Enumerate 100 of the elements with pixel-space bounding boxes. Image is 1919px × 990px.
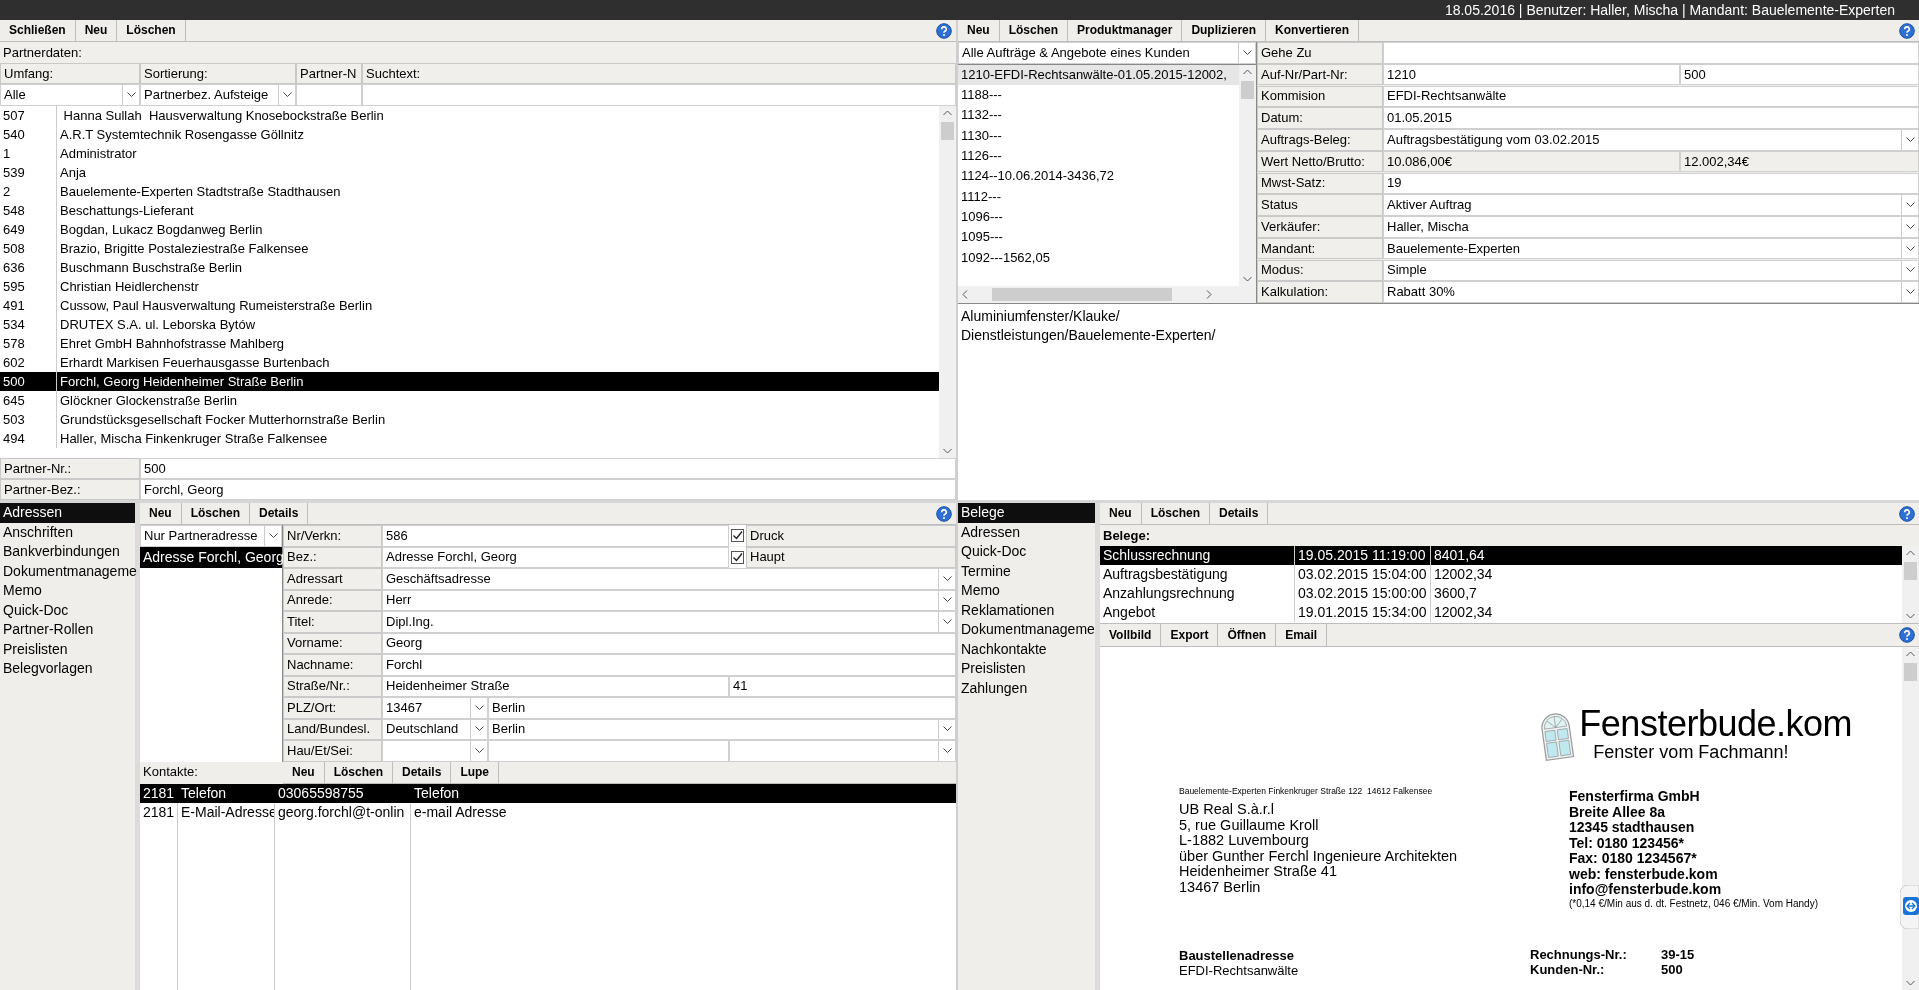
text-field[interactable]: 500 <box>140 458 956 479</box>
dropdown[interactable]: Herr <box>382 589 956 611</box>
text-field[interactable] <box>488 740 729 762</box>
dropdown[interactable] <box>382 740 488 762</box>
list-row[interactable]: 645 Glöckner Glockenstraße Berlin <box>0 391 939 410</box>
list-row[interactable]: 2181 Telefon 03065598755 Telefon <box>140 783 956 803</box>
sidebar-item[interactable]: Reklamationen <box>958 600 1095 620</box>
list-row[interactable]: 507 Hanna Sullah Hausverwaltung Knosebockstraße Berlin <box>0 106 939 125</box>
sidebar-item[interactable]: Memo <box>0 581 135 601</box>
sidebar-item[interactable]: Adressen <box>0 503 135 523</box>
list-item[interactable]: 1132--- <box>958 105 1239 126</box>
sidebar-item[interactable]: Memo <box>958 581 1095 601</box>
list-item[interactable]: 1210-EFDI-Rechtsanwälte-01.05.2015-12002, <box>958 64 1239 85</box>
text-field[interactable]: Georg <box>382 632 956 654</box>
dropdown[interactable]: Nur Partneradresse <box>140 525 282 547</box>
sidebar-item[interactable]: Termine <box>958 561 1095 581</box>
list-row[interactable]: Angebot 19.01.2015 15:34:00 12002,34 <box>1100 603 1902 622</box>
sidebar-item[interactable]: Quick-Doc <box>0 600 135 620</box>
list-row[interactable]: 578 Ehret GmbH Bahnhofstrasse Mahlberg <box>0 334 939 353</box>
dropdown[interactable] <box>729 740 956 762</box>
dropdown[interactable]: Haller, Mischa <box>1383 216 1919 238</box>
dropdown[interactable]: Bauelemente-Experten <box>1383 237 1919 260</box>
sidebar-item[interactable]: Anschriften <box>0 522 135 542</box>
list-item[interactable]: 1092---1562,05 <box>958 247 1239 268</box>
dropdown[interactable]: Auftragsbestätigung vom 03.02.2015 <box>1383 129 1919 151</box>
scrollbar[interactable] <box>1902 546 1919 623</box>
sidebar-item[interactable]: Zahlungen <box>958 678 1095 698</box>
checkbox[interactable] <box>729 546 746 568</box>
sidebar-item[interactable]: Belegvorlagen <box>0 659 135 679</box>
scrollbar[interactable] <box>1239 64 1256 286</box>
checkbox[interactable] <box>729 525 746 546</box>
list-row[interactable]: 500 Forchl, Georg Heidenheimer Straße Berlin <box>0 372 939 391</box>
list-row[interactable]: 595 Christian Heidlerchenstr <box>0 277 939 296</box>
text-field[interactable] <box>362 84 956 106</box>
list-row[interactable]: 508 Brazio, Brigitte Postaleziestraße Falkensee <box>0 239 939 258</box>
text-field[interactable]: 19 <box>1383 172 1919 194</box>
help-icon[interactable] <box>1899 627 1915 643</box>
list-row[interactable]: 539 Anja <box>0 163 939 182</box>
dropdown[interactable]: Berlin <box>488 718 956 740</box>
scrollbar[interactable] <box>958 286 1256 303</box>
text-field[interactable]: 586 <box>382 525 729 547</box>
sidebar-item[interactable]: Dokumentmanageme <box>958 620 1095 640</box>
text-field[interactable]: Berlin <box>488 697 956 719</box>
list-item[interactable]: 1095--- <box>958 226 1239 248</box>
sidebar-item[interactable]: Adressen <box>958 522 1095 542</box>
list-row[interactable]: 649 Bogdan, Lukacz Bogdanweg Berlin <box>0 220 939 239</box>
list-row[interactable]: 494 Haller, Mischa Finkenkruger Straße Falkensee <box>0 429 939 448</box>
dropdown[interactable]: Geschäftsadresse <box>382 568 956 590</box>
list-item[interactable]: Adresse Forchl, Georg <box>140 546 282 568</box>
scroll-thumb[interactable] <box>1904 562 1917 580</box>
text-field[interactable]: EFDI-Rechtsanwälte <box>1383 85 1919 107</box>
text-field[interactable]: 41 <box>729 675 956 697</box>
scroll-thumb[interactable] <box>1241 80 1254 99</box>
list-item[interactable]: 1112--- <box>958 186 1239 207</box>
text-field[interactable]: Heidenheimer Straße <box>382 675 729 697</box>
text-field[interactable]: 01.05.2015 <box>1383 107 1919 129</box>
help-icon[interactable] <box>1899 505 1915 522</box>
sidebar-item[interactable]: Bankverbindungen <box>0 542 135 562</box>
sidebar-item[interactable]: Quick-Doc <box>958 542 1095 562</box>
remote-support-icon[interactable] <box>1900 885 1919 929</box>
list-item[interactable]: 1130--- <box>958 125 1239 146</box>
sidebar-item[interactable]: Nachkontakte <box>958 639 1095 659</box>
text-field[interactable]: 1210 <box>1383 63 1680 86</box>
dropdown[interactable]: 13467 <box>382 697 488 719</box>
list-item[interactable]: 1096--- <box>958 206 1239 227</box>
sidebar-item[interactable]: Dokumentmanageme <box>0 561 135 581</box>
text-field[interactable]: Adresse Forchl, Georg <box>382 546 729 568</box>
sidebar-item[interactable]: Belege <box>958 503 1095 523</box>
text-field[interactable]: Forchl <box>382 654 956 676</box>
list-row[interactable]: 636 Buschmann Buschstraße Berlin <box>0 258 939 277</box>
dropdown[interactable]: Rabatt 30% <box>1383 281 1919 303</box>
list-row[interactable]: 491 Cussow, Paul Hausverwaltung Rumeisterstraße Berlin <box>0 296 939 315</box>
help-icon[interactable] <box>936 505 952 522</box>
help-icon[interactable] <box>936 22 952 39</box>
scroll-thumb[interactable] <box>941 122 954 140</box>
text-field[interactable] <box>296 84 362 106</box>
list-item[interactable]: 1188--- <box>958 84 1239 106</box>
list-row[interactable]: 540 A.R.T Systemtechnik Rosengasse Göllnitz <box>0 125 939 144</box>
dropdown[interactable]: Partnerbez. Aufsteige <box>140 84 296 106</box>
list-row[interactable]: 548 Beschattungs-Lieferant <box>0 201 939 220</box>
help-icon[interactable] <box>1899 22 1915 39</box>
list-row[interactable]: 534 DRUTEX S.A. ul. Leborska Bytów <box>0 315 939 334</box>
dropdown[interactable]: Simple <box>1383 259 1919 281</box>
list-row[interactable]: Schlussrechnung 19.05.2015 11:19:00 8401,64 <box>1100 546 1902 565</box>
sidebar-item[interactable]: Preislisten <box>958 659 1095 679</box>
sidebar-item[interactable]: Preislisten <box>0 639 135 659</box>
dropdown[interactable]: Alle <box>0 84 140 106</box>
list-item[interactable]: 1124--10.06.2014-3436,72 <box>958 166 1239 187</box>
dropdown[interactable]: Aktiver Auftrag <box>1383 194 1919 216</box>
text-field[interactable]: 500 <box>1680 63 1919 86</box>
dropdown[interactable]: Alle Aufträge & Angebote eines Kunden <box>958 42 1256 64</box>
scrollbar[interactable] <box>939 106 956 458</box>
dropdown[interactable]: Dipl.Ing. <box>382 611 956 633</box>
list-row[interactable]: 1 Administrator <box>0 144 939 163</box>
list-row[interactable]: 503 Grundstücksgesellschaft Focker Mutterhornstraße Berlin <box>0 410 939 429</box>
text-field[interactable]: Forchl, Georg <box>140 479 956 500</box>
list-row[interactable]: Anzahlungsrechnung 03.02.2015 15:00:00 3600,7 <box>1100 584 1902 603</box>
scroll-thumb[interactable] <box>1904 663 1917 681</box>
list-item[interactable]: 1126--- <box>958 145 1239 166</box>
dropdown[interactable]: Deutschland <box>382 718 488 740</box>
